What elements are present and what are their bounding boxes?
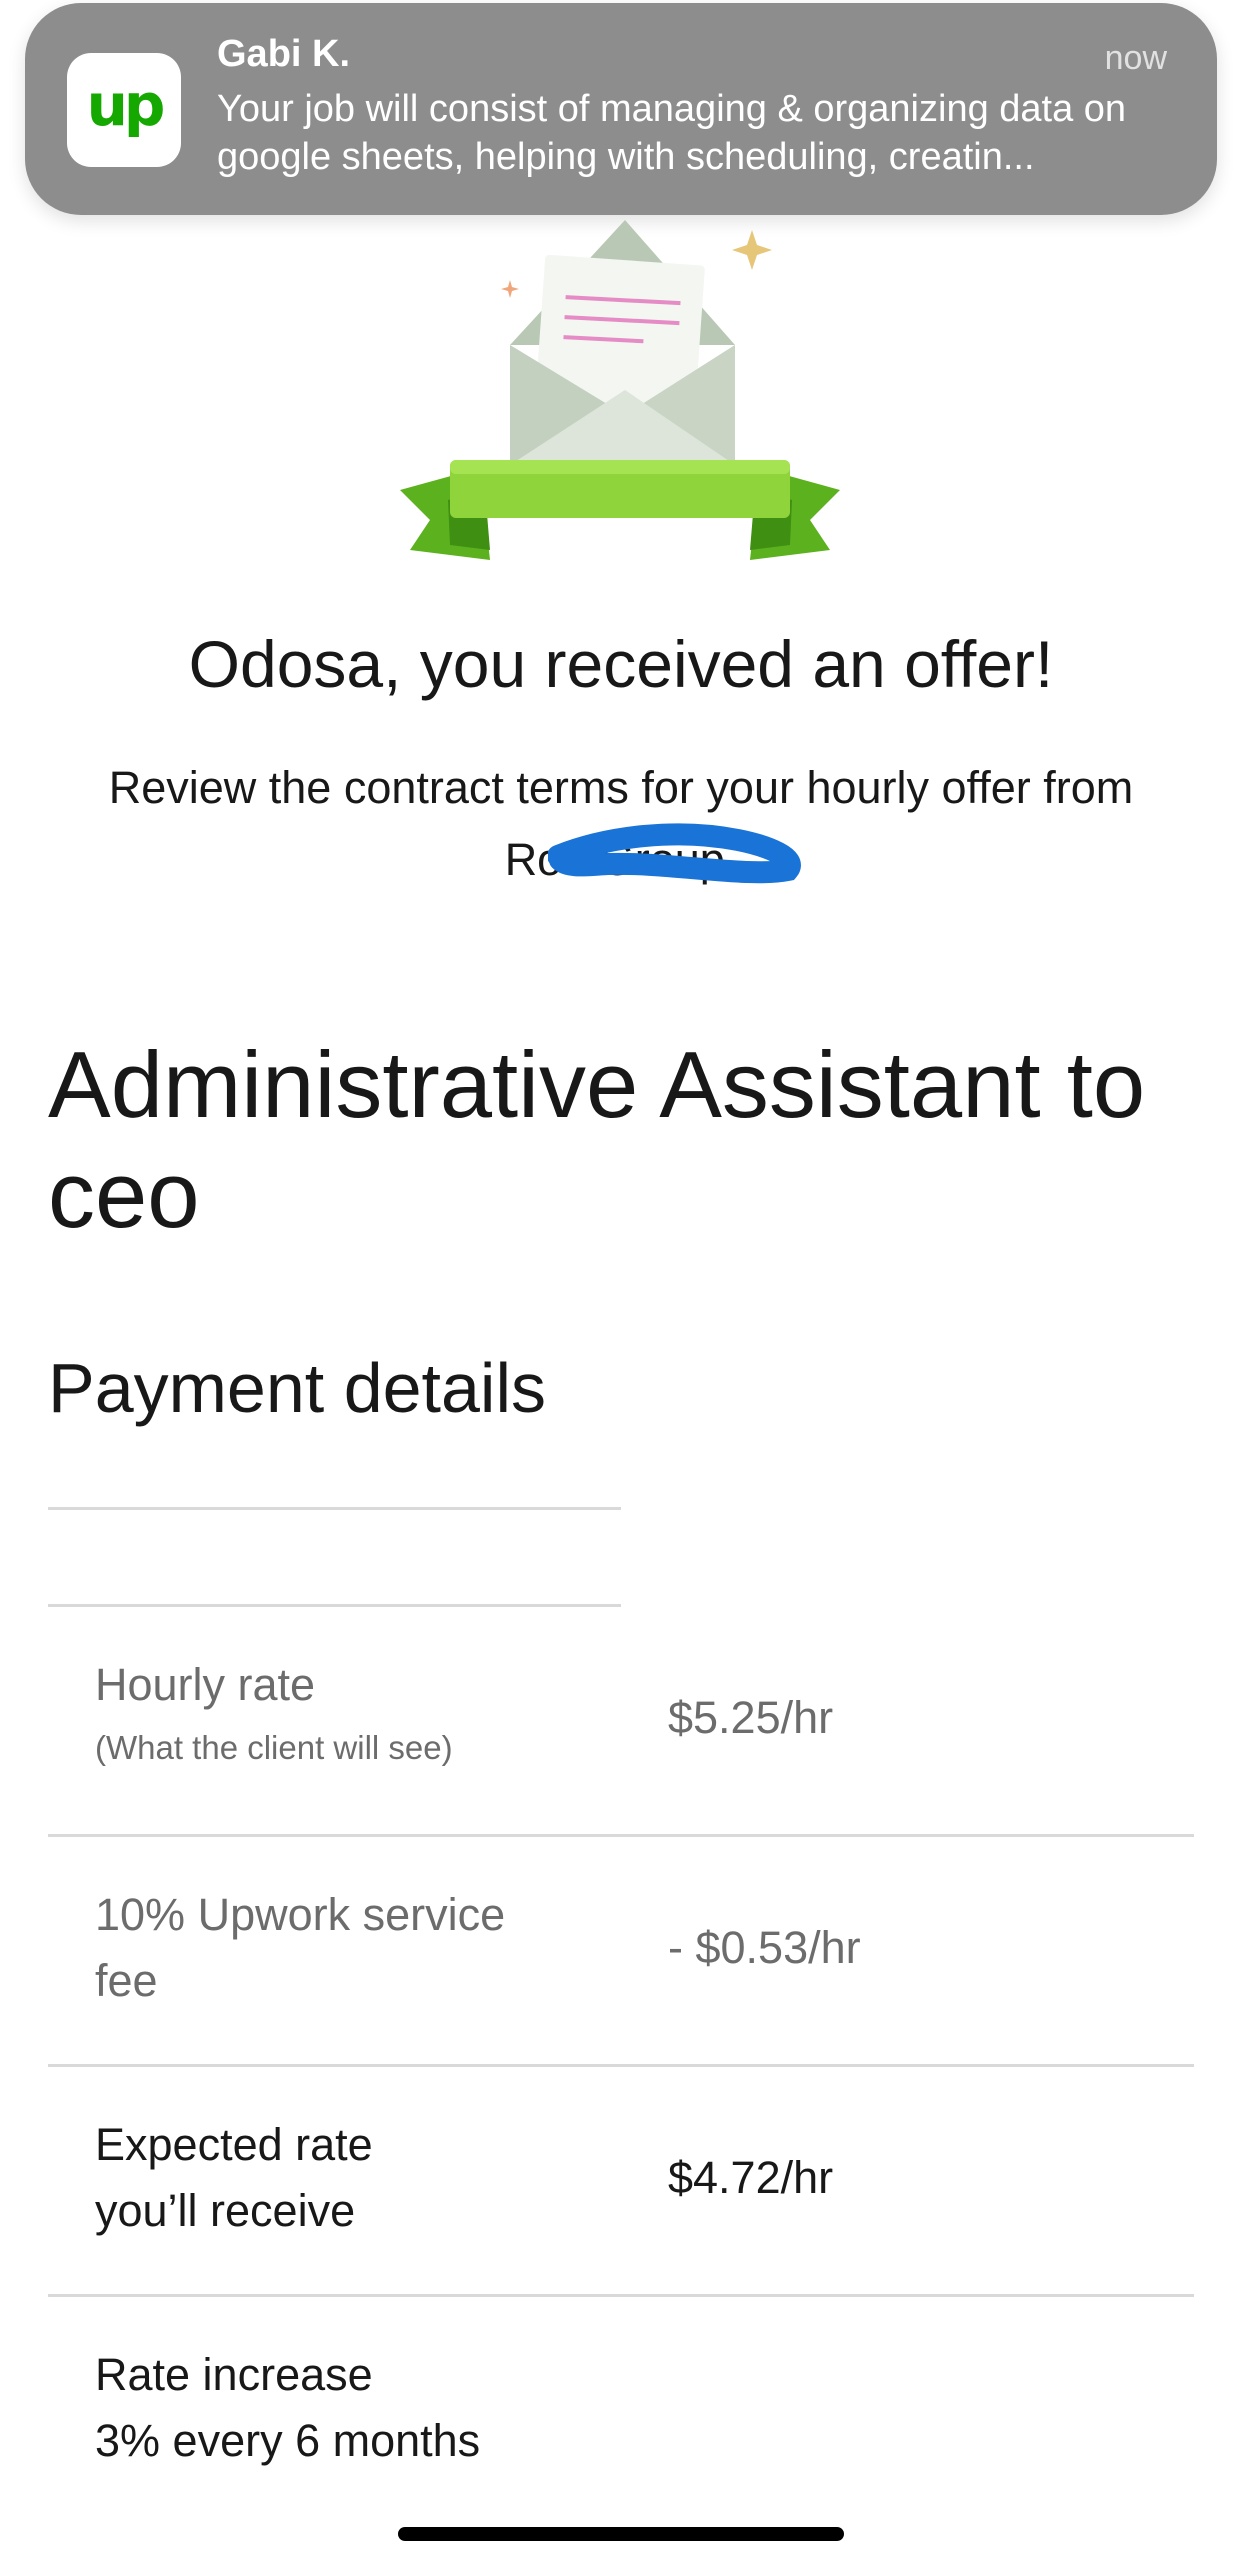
divider — [48, 1604, 621, 1607]
hourly-rate-sublabel: (What the client will see) — [95, 1729, 453, 1766]
hourly-rate-text: Hourly rate — [95, 1659, 316, 1710]
offer-headline: Odosa, you received an offer! — [188, 627, 1054, 701]
redaction-scribble — [548, 823, 801, 884]
notification-message: Your job will consist of managing & orga… — [217, 88, 1127, 178]
payment-details-title: Payment details — [48, 1349, 547, 1427]
rate-increase-label: Rate increase — [95, 2349, 373, 2400]
hourly-rate-value: $5.25/hr — [668, 1692, 834, 1743]
divider — [48, 2294, 1194, 2297]
home-indicator[interactable] — [398, 2527, 844, 2541]
sparkle-icon — [501, 280, 519, 298]
service-fee-value: - $0.53/hr — [668, 1922, 861, 1973]
expected-rate-value: $4.72/hr — [668, 2152, 834, 2203]
sparkle-icon — [732, 230, 772, 270]
divider — [48, 1834, 1194, 1837]
push-notification[interactable]: up Gabi K. now Your job will consist of … — [25, 3, 1217, 215]
notification-sender: Gabi K. — [217, 33, 351, 75]
divider — [48, 2064, 1194, 2067]
upwork-app-icon: up — [67, 53, 181, 167]
notification-time: now — [1104, 39, 1167, 77]
expected-rate-label: Expected rate you’ll receive — [95, 2119, 373, 2236]
hourly-rate-label: Hourly rate (What the client will see) — [95, 1652, 595, 1772]
upwork-logo-text: up — [86, 71, 166, 139]
service-fee-label: 10% Upwork service fee — [95, 1889, 506, 2006]
divider — [48, 1507, 621, 1510]
rate-increase-value: 3% every 6 months — [95, 2415, 481, 2466]
job-title: Administrative Assistant to ceo — [48, 1032, 1146, 1247]
rate-increase-block: Rate increase 3% every 6 months — [95, 2342, 795, 2474]
offer-envelope-illustration — [400, 220, 840, 560]
